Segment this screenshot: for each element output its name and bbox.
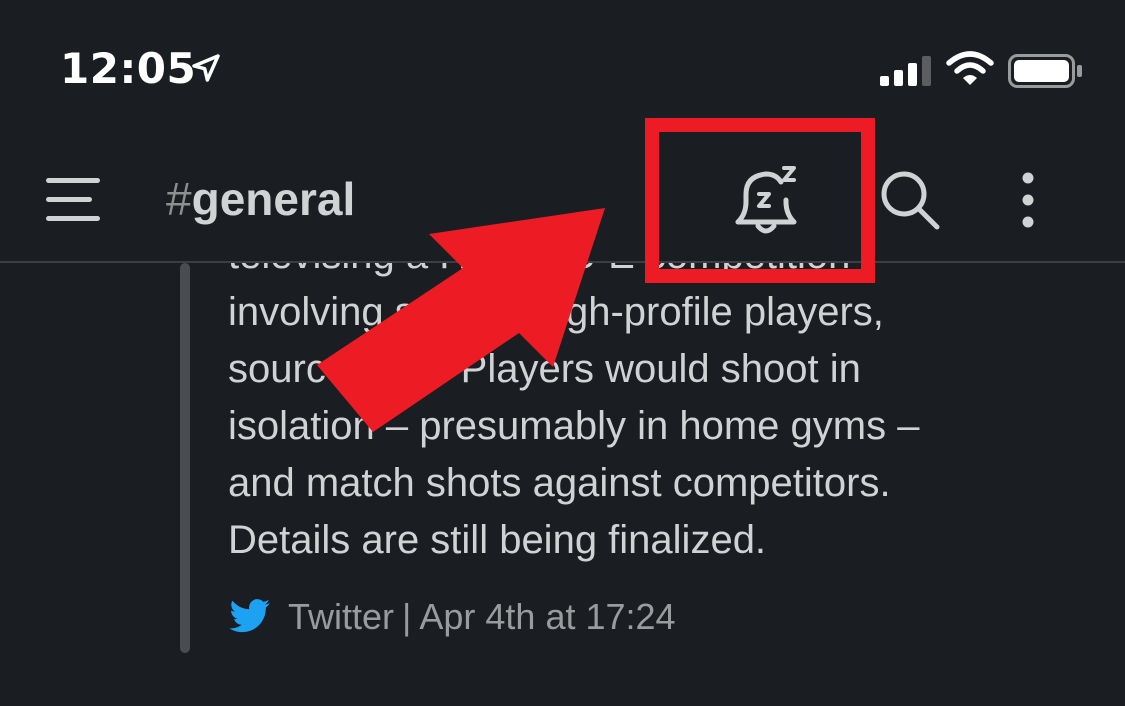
search-icon[interactable] xyxy=(878,168,942,232)
channel-name: general xyxy=(191,173,356,225)
status-bar: 12:05 xyxy=(0,0,1125,130)
source-name: Twitter xyxy=(288,596,395,637)
channel-header: #general xyxy=(0,130,1125,263)
quote-line: isolation – presumably in home gyms – xyxy=(228,404,920,448)
highlight-box xyxy=(645,118,875,283)
more-options-icon[interactable] xyxy=(1010,168,1046,232)
message-area: televising a H-O-R-S-E competition invol… xyxy=(0,263,1125,706)
quote-text: televising a H-O-R-S-E competition invol… xyxy=(228,263,1088,569)
quote-line: involving several high-profile players, xyxy=(228,290,884,334)
channel-hash: # xyxy=(166,173,192,225)
link-attribution[interactable]: Twitter | Apr 4th at 17:24 xyxy=(228,593,676,641)
quote-bar xyxy=(180,263,190,653)
quote-line: Details are still being finalized. xyxy=(228,518,767,562)
location-arrow-icon xyxy=(192,54,220,82)
hamburger-menu-icon[interactable] xyxy=(46,176,100,224)
twitter-icon xyxy=(229,599,270,633)
wifi-icon xyxy=(946,51,994,85)
channel-title[interactable]: #general xyxy=(166,172,355,226)
quote-line: and match shots against competitors. xyxy=(228,461,891,505)
quote-line: sources say. Players would shoot in xyxy=(228,347,861,391)
cellular-signal-icon xyxy=(880,56,931,86)
attribution-separator: | xyxy=(402,596,412,637)
battery-icon xyxy=(1008,54,1082,88)
message-timestamp: Apr 4th at 17:24 xyxy=(419,596,676,637)
status-time: 12:05 xyxy=(60,44,197,93)
